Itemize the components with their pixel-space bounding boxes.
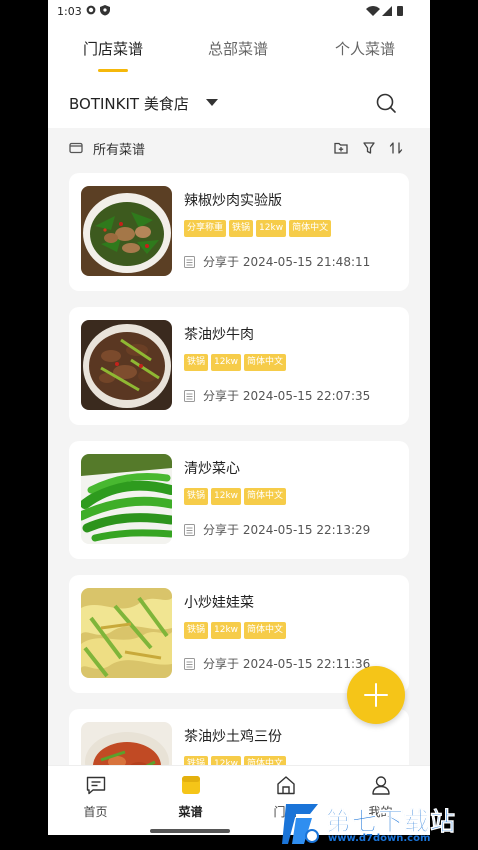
recipe-title: 茶油炒牛肉 <box>184 327 254 343</box>
tag: 简体中文 <box>244 622 287 639</box>
tag: 铁锅 <box>184 756 209 765</box>
recipe-tags: 分享称重 铁锅 12kw 简体中文 <box>184 220 334 238</box>
document-icon <box>184 524 195 536</box>
share-info: 分享于 2024-05-15 21:48:11 <box>184 253 370 270</box>
tag: 简体中文 <box>289 220 332 237</box>
document-icon <box>184 390 195 402</box>
recipe-photo-baby-cabbage <box>81 588 172 678</box>
share-timestamp: 分享于 2024-05-15 21:48:11 <box>203 255 371 269</box>
store-selector-row: BOTINKIT 美食店 <box>48 80 430 128</box>
recipe-book-icon <box>182 776 200 794</box>
recipe-tags: 铁锅 12kw 简体中文 <box>184 756 289 765</box>
tag: 铁锅 <box>184 622 209 639</box>
recipe-tags: 铁锅 12kw 简体中文 <box>184 354 289 372</box>
recipe-photo-chicken <box>81 722 172 765</box>
nav-label: 菜谱 <box>178 805 203 819</box>
filter-icon[interactable] <box>361 140 377 156</box>
store-icon <box>277 776 295 795</box>
add-recipe-button[interactable] <box>347 666 405 724</box>
active-tab-indicator <box>98 69 128 72</box>
recipe-card[interactable]: 茶油炒牛肉 铁锅 12kw 简体中文 分享于 2024-05-15 22:07:35 <box>69 307 409 425</box>
nav-home[interactable]: 首页 <box>48 766 143 826</box>
home-indicator <box>150 829 230 833</box>
recipe-tags: 铁锅 12kw 简体中文 <box>184 488 289 506</box>
recipe-photo-beef <box>81 320 172 410</box>
share-info: 分享于 2024-05-15 22:11:36 <box>184 655 370 672</box>
recipe-title: 茶油炒土鸡三份 <box>184 729 282 745</box>
site-watermark: 第七下载站 www.d7down.com <box>282 798 478 850</box>
filter-row: 所有菜谱 <box>48 128 430 168</box>
share-timestamp: 分享于 2024-05-15 22:13:29 <box>203 523 371 537</box>
tag: 12kw <box>256 220 287 237</box>
nav-label: 首页 <box>83 805 108 819</box>
tag: 简体中文 <box>244 354 287 371</box>
settings-shield-icons <box>86 4 116 19</box>
recipe-photo-chili-pork <box>81 186 172 276</box>
document-icon <box>184 256 195 268</box>
share-info: 分享于 2024-05-15 22:07:35 <box>184 387 370 404</box>
nav-recipes[interactable]: 菜谱 <box>143 766 238 826</box>
recipe-title: 小炒娃娃菜 <box>184 595 254 611</box>
add-folder-icon[interactable] <box>333 140 349 156</box>
store-selector[interactable]: BOTINKIT 美食店 <box>69 93 189 114</box>
recipe-photo-choy-sum <box>81 454 172 544</box>
message-icon <box>86 776 106 795</box>
tab-personal-recipes[interactable]: 个人菜谱 <box>335 38 395 59</box>
tab-store-recipes[interactable]: 门店菜谱 <box>83 38 143 59</box>
share-info: 分享于 2024-05-15 22:13:29 <box>184 521 370 538</box>
tag: 12kw <box>211 756 242 765</box>
recipe-tags: 铁锅 12kw 简体中文 <box>184 622 289 640</box>
share-timestamp: 分享于 2024-05-15 22:07:35 <box>203 389 371 403</box>
recipe-tabs: 门店菜谱 总部菜谱 个人菜谱 <box>48 24 430 80</box>
tag: 铁锅 <box>229 220 254 237</box>
caret-down-icon[interactable] <box>206 99 218 106</box>
share-timestamp: 分享于 2024-05-15 22:11:36 <box>203 657 371 671</box>
status-time: 1:03 <box>57 5 82 18</box>
tag: 简体中文 <box>244 488 287 505</box>
recipe-title: 辣椒炒肉实验版 <box>184 193 282 209</box>
user-icon <box>372 776 390 795</box>
tab-hq-recipes[interactable]: 总部菜谱 <box>208 38 268 59</box>
status-bar: 1:03 <box>48 0 430 24</box>
tag: 12kw <box>211 488 242 505</box>
tag: 12kw <box>211 622 242 639</box>
watermark-url: www.d7down.com <box>328 833 431 844</box>
recipe-card[interactable]: 辣椒炒肉实验版 分享称重 铁锅 12kw 简体中文 分享于 2024-05-15 21… <box>69 173 409 291</box>
folder-icon <box>69 142 83 154</box>
all-recipes-filter[interactable]: 所有菜谱 <box>93 139 145 158</box>
recipe-card[interactable]: 清炒菜心 铁锅 12kw 简体中文 分享于 2024-05-15 22:13:29 <box>69 441 409 559</box>
signal-battery-icons <box>365 5 405 20</box>
tag: 铁锅 <box>184 488 209 505</box>
tag: 铁锅 <box>184 354 209 371</box>
sort-icon[interactable] <box>388 140 404 156</box>
watermark-logo-icon <box>282 804 319 844</box>
tag: 12kw <box>211 354 242 371</box>
tag: 简体中文 <box>244 756 287 765</box>
document-icon <box>184 658 195 670</box>
recipe-title: 清炒菜心 <box>184 461 240 477</box>
tag: 分享称重 <box>184 220 227 237</box>
search-icon[interactable] <box>375 92 397 114</box>
app-screen: 1:03 门店菜谱 总部菜谱 个人菜谱 BOTINKIT 美食店 所有菜谱 辣椒… <box>48 0 430 835</box>
